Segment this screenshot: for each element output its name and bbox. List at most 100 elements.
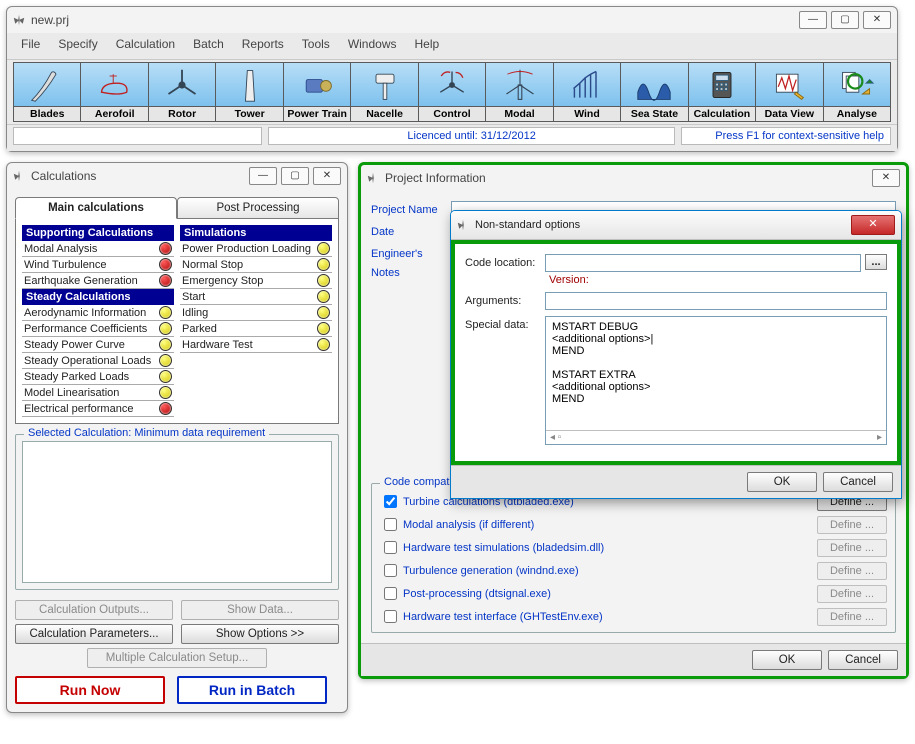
code-compat-row: Turbulence generation (windnd.exe)Define…	[380, 559, 887, 582]
pi-close[interactable]: ✕	[872, 169, 900, 187]
close-button[interactable]: ✕	[863, 11, 891, 29]
scroll-track[interactable]: ◂ ▫▸	[546, 430, 886, 444]
code-checkbox[interactable]	[384, 518, 397, 531]
calc-item[interactable]: Earthquake Generation	[22, 273, 174, 289]
tool-data-view[interactable]: Data View	[756, 62, 823, 122]
calc-item[interactable]: Wind Turbulence	[22, 257, 174, 273]
tool-calculation[interactable]: Calculation	[689, 62, 756, 122]
calc-title: Calculations	[31, 169, 96, 183]
calc-item-label: Earthquake Generation	[24, 275, 159, 287]
ns-titlebar: Non-standard options ✕	[451, 211, 901, 240]
calc-item[interactable]: Steady Power Curve	[22, 337, 174, 353]
tool-aerofoil[interactable]: Aerofoil	[81, 62, 148, 122]
calc-item[interactable]: Start	[180, 289, 332, 305]
pi-cancel-button[interactable]: Cancel	[828, 650, 898, 670]
code-location-input[interactable]	[545, 254, 861, 272]
code-checkbox[interactable]	[384, 564, 397, 577]
menu-windows[interactable]: Windows	[340, 35, 405, 53]
tool-control-label: Control	[419, 106, 485, 121]
calc-maximize[interactable]: ▢	[281, 167, 309, 185]
calc-item[interactable]: Normal Stop	[180, 257, 332, 273]
calculation-parameters-button[interactable]: Calculation Parameters...	[15, 624, 173, 644]
status-dot-icon	[317, 274, 330, 287]
code-checkbox[interactable]	[384, 610, 397, 623]
code-compat-group: Code compatibility and non-standard opti…	[371, 483, 896, 633]
tool-control[interactable]: Control	[419, 62, 486, 122]
menu-tools[interactable]: Tools	[294, 35, 338, 53]
tool-wind[interactable]: Wind	[554, 62, 621, 122]
calc-item[interactable]: Parked	[180, 321, 332, 337]
special-data-textarea[interactable]	[546, 317, 886, 427]
browse-button[interactable]: ...	[865, 254, 887, 270]
calc-item[interactable]: Electrical performance	[22, 401, 174, 417]
maximize-button[interactable]: ▢	[831, 11, 859, 29]
calc-item-label: Model Linearisation	[24, 387, 159, 399]
calc-item[interactable]: Modal Analysis	[22, 241, 174, 257]
simulations-header: Simulations	[180, 225, 332, 241]
calculation-outputs-button[interactable]: Calculation Outputs...	[15, 600, 173, 620]
menu-file[interactable]: File	[13, 35, 48, 53]
status-dot-icon	[159, 258, 172, 271]
show-options-button[interactable]: Show Options >>	[181, 624, 339, 644]
calc-column-left: Supporting Calculations Modal AnalysisWi…	[22, 225, 174, 417]
calc-item-label: Emergency Stop	[182, 275, 317, 287]
calc-item-label: Wind Turbulence	[24, 259, 159, 271]
main-title: new.prj	[31, 13, 69, 27]
label-notes: Notes	[371, 267, 451, 279]
calc-item[interactable]: Power Production Loading	[180, 241, 332, 257]
code-checkbox[interactable]	[384, 541, 397, 554]
main-titlebar: new.prj — ▢ ✕	[7, 7, 897, 33]
ns-close-button[interactable]: ✕	[851, 215, 895, 235]
calc-close[interactable]: ✕	[313, 167, 341, 185]
label-code-location: Code location:	[465, 254, 545, 269]
calc-item[interactable]: Emergency Stop	[180, 273, 332, 289]
code-checkbox[interactable]	[384, 587, 397, 600]
tool-tower[interactable]: Tower	[216, 62, 283, 122]
calc-item-label: Power Production Loading	[182, 243, 317, 255]
calc-item[interactable]: Aerodynamic Information	[22, 305, 174, 321]
calc-item[interactable]: Performance Coefficients	[22, 321, 174, 337]
calc-item-label: Parked	[182, 323, 317, 335]
calc-minimize[interactable]: —	[249, 167, 277, 185]
calc-item[interactable]: Steady Parked Loads	[22, 369, 174, 385]
menu-calculation[interactable]: Calculation	[108, 35, 183, 53]
menu-reports[interactable]: Reports	[234, 35, 292, 53]
tool-sea-state[interactable]: Sea State	[621, 62, 688, 122]
menu-help[interactable]: Help	[407, 35, 448, 53]
label-special-data: Special data:	[465, 316, 545, 331]
run-in-batch-button[interactable]: Run in Batch	[177, 676, 327, 704]
version-label: Version:	[549, 274, 887, 286]
pi-ok-button[interactable]: OK	[752, 650, 822, 670]
status-dot-icon	[159, 354, 172, 367]
tool-analyse[interactable]: Analyse	[824, 62, 891, 122]
status-dot-icon	[159, 274, 172, 287]
calc-item-label: Hardware Test	[182, 339, 317, 351]
calc-item-label: Steady Parked Loads	[24, 371, 159, 383]
arguments-input[interactable]	[545, 292, 887, 310]
ns-cancel-button[interactable]: Cancel	[823, 472, 893, 492]
tool-modal[interactable]: Modal	[486, 62, 553, 122]
minimize-button[interactable]: —	[799, 11, 827, 29]
code-label: Post-processing (dtsignal.exe)	[403, 588, 817, 600]
tool-rotor[interactable]: Rotor	[149, 62, 216, 122]
tool-power-train[interactable]: Power Train	[284, 62, 351, 122]
tool-blades[interactable]: Blades	[13, 62, 81, 122]
menu-specify[interactable]: Specify	[50, 35, 105, 53]
tab-main-calculations[interactable]: Main calculations	[15, 197, 177, 219]
calc-item[interactable]: Steady Operational Loads	[22, 353, 174, 369]
code-checkbox[interactable]	[384, 495, 397, 508]
tool-power-train-label: Power Train	[284, 106, 350, 121]
ns-title: Non-standard options	[475, 219, 580, 231]
calc-item[interactable]: Model Linearisation	[22, 385, 174, 401]
run-now-button[interactable]: Run Now	[15, 676, 165, 704]
tool-aerofoil-label: Aerofoil	[81, 106, 147, 121]
define-button: Define ...	[817, 562, 887, 580]
show-data-button[interactable]: Show Data...	[181, 600, 339, 620]
tool-nacelle[interactable]: Nacelle	[351, 62, 418, 122]
calc-item[interactable]: Idling	[180, 305, 332, 321]
tab-post-processing[interactable]: Post Processing	[177, 197, 339, 219]
multiple-calculation-setup-button[interactable]: Multiple Calculation Setup...	[87, 648, 267, 668]
calc-item[interactable]: Hardware Test	[180, 337, 332, 353]
menu-batch[interactable]: Batch	[185, 35, 232, 53]
ns-ok-button[interactable]: OK	[747, 472, 817, 492]
